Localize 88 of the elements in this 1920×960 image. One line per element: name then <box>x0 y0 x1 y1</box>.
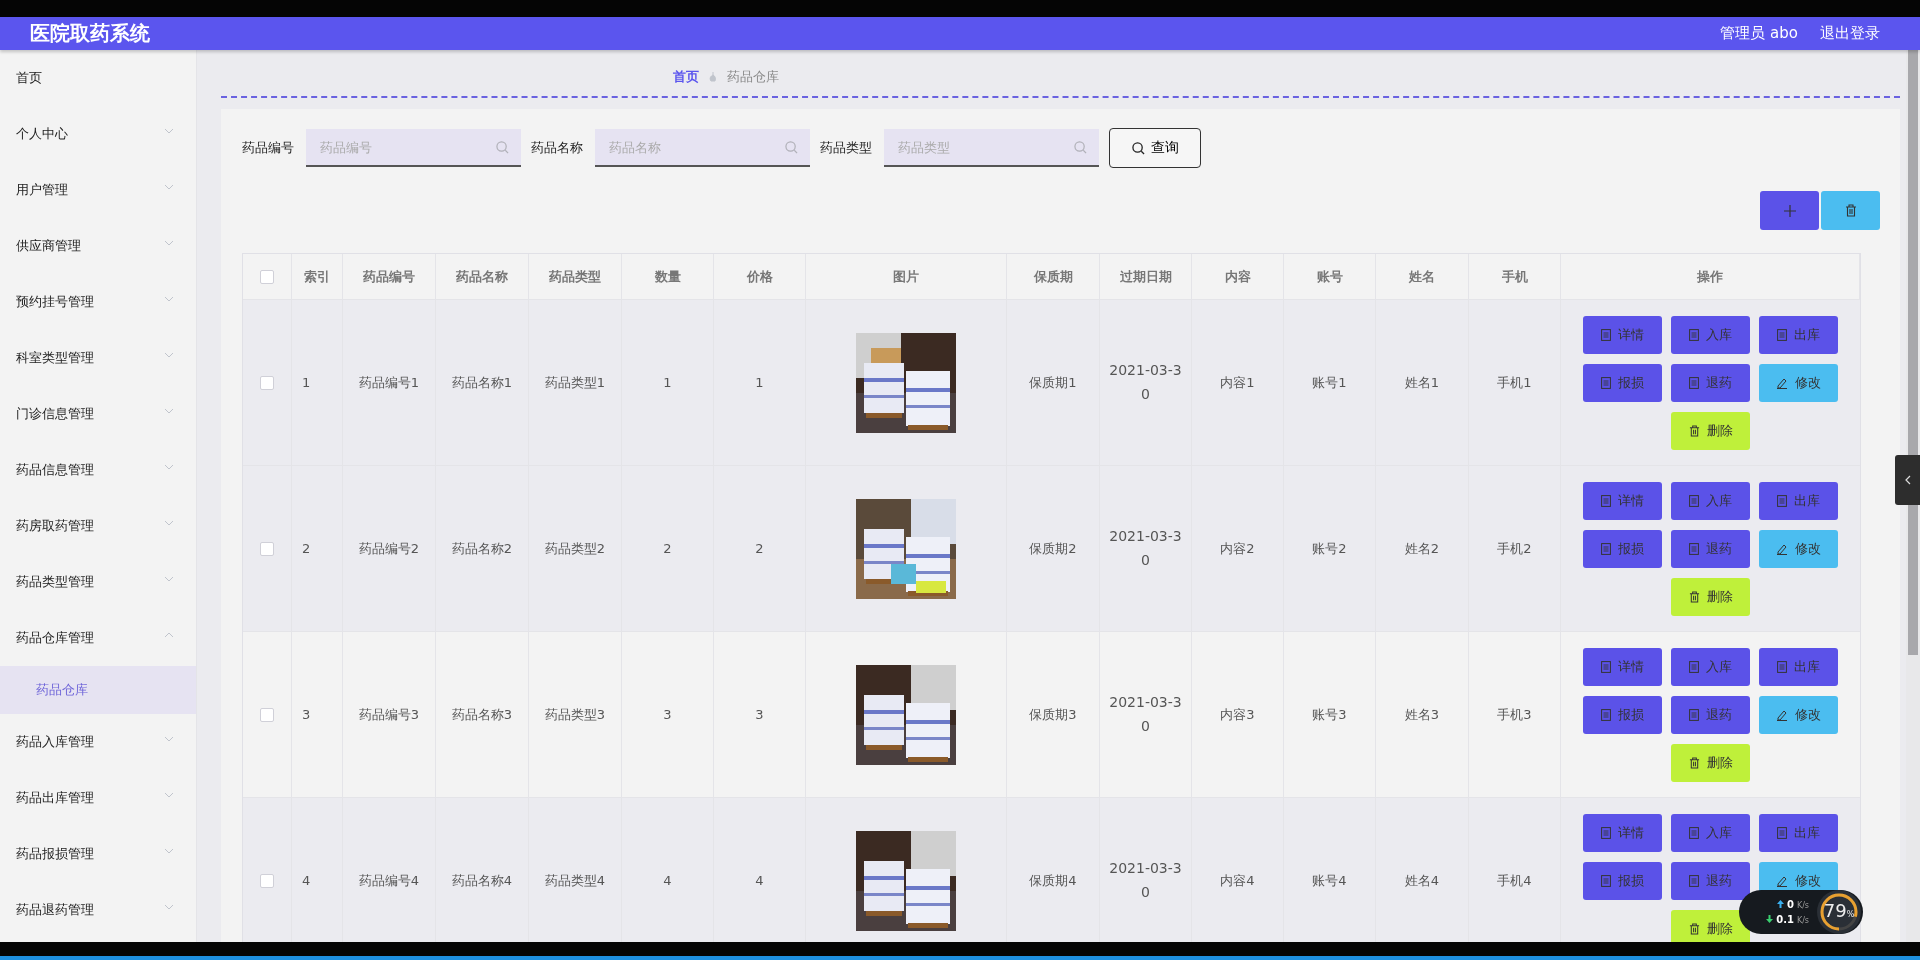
document-icon <box>1689 874 1699 887</box>
sidebar-item[interactable]: 药品退药管理 <box>0 882 196 938</box>
sidebar-subitem[interactable]: 药品仓库 <box>0 666 196 714</box>
load-value: 79 <box>1823 900 1847 921</box>
sidebar-item[interactable]: 首页 <box>0 50 196 106</box>
document-icon <box>1689 328 1699 341</box>
field-label: 药品编号 <box>242 139 294 157</box>
sidebar-item[interactable]: 科室类型管理 <box>0 330 196 386</box>
delete-button[interactable]: 删除 <box>1671 411 1750 450</box>
checkbox[interactable] <box>260 375 274 390</box>
document-icon <box>1601 376 1611 389</box>
document-icon <box>1689 376 1699 389</box>
sidebar-item[interactable]: 药品信息管理 <box>0 442 196 498</box>
document-icon <box>1689 494 1699 507</box>
sidebar-item[interactable]: 药品类型管理 <box>0 554 196 610</box>
field-label: 药品名称 <box>531 139 583 157</box>
document-icon <box>1601 708 1611 721</box>
search-field[interactable]: 药品名称 <box>595 129 810 167</box>
speed-unit: K/s <box>1796 901 1809 910</box>
chevron-icon <box>1904 475 1911 485</box>
search-icon <box>785 141 798 154</box>
document-icon <box>1689 542 1699 555</box>
add-button[interactable] <box>1760 191 1819 230</box>
app-title: 医院取药系统 <box>30 20 150 47</box>
checkbox[interactable] <box>260 873 274 888</box>
sidebar-item[interactable]: 供应商管理 <box>0 218 196 274</box>
delete-button[interactable]: 删除 <box>1671 909 1750 942</box>
sidebar-item[interactable]: 预约挂号管理 <box>0 274 196 330</box>
edit-button[interactable]: 修改 <box>1759 695 1838 734</box>
sidebar-item[interactable]: 药品入库管理 <box>0 714 196 770</box>
trash-icon <box>1688 922 1700 935</box>
trash-icon <box>1844 204 1857 217</box>
document-icon <box>1601 542 1611 555</box>
document-icon <box>1689 708 1699 721</box>
delete-button[interactable]: 删除 <box>1671 577 1750 616</box>
sidebar-item[interactable]: 门诊信息管理 <box>0 386 196 442</box>
document-icon <box>1689 826 1699 839</box>
delete-button[interactable] <box>1821 191 1880 230</box>
download-speed: 0.1 <box>1776 914 1794 925</box>
user-name: 管理员 abo <box>1720 24 1798 43</box>
edit-button[interactable]: 修改 <box>1759 529 1838 568</box>
search-icon <box>496 141 509 154</box>
sidebar-item[interactable]: 用户管理 <box>0 162 196 218</box>
checkbox[interactable] <box>260 707 274 722</box>
up-arrow-icon <box>1776 900 1784 908</box>
collapse-button[interactable] <box>1895 455 1920 505</box>
document-icon <box>1601 660 1611 673</box>
speed-unit: K/s <box>1796 916 1809 925</box>
scrollbar-thumb[interactable] <box>1908 50 1918 655</box>
sidebar-item[interactable]: 药品仓库管理 <box>0 610 196 666</box>
trash-icon <box>1688 424 1700 437</box>
pencil-icon <box>1776 542 1788 555</box>
pencil-icon <box>1776 874 1788 887</box>
delete-button[interactable]: 删除 <box>1671 743 1750 782</box>
logout-link[interactable]: 退出登录 <box>1820 24 1880 43</box>
search-icon <box>1131 141 1145 155</box>
document-icon <box>1601 874 1611 887</box>
edit-button[interactable]: 修改 <box>1759 363 1838 402</box>
trash-icon <box>1688 590 1700 603</box>
trash-icon <box>1688 756 1700 769</box>
sidebar-item[interactable]: 药房取药管理 <box>0 498 196 554</box>
sidebar-item[interactable]: 药品出库管理 <box>0 770 196 826</box>
checkbox[interactable] <box>260 269 274 284</box>
document-icon <box>1777 328 1787 341</box>
search-icon <box>1074 141 1087 154</box>
search-field[interactable]: 药品类型 <box>884 129 1099 167</box>
sidebar-item[interactable]: 个人中心 <box>0 106 196 162</box>
document-icon <box>1601 826 1611 839</box>
percent-sign: % <box>1846 910 1855 919</box>
document-icon <box>1689 660 1699 673</box>
document-icon <box>1777 660 1787 673</box>
plus-icon <box>1783 204 1796 217</box>
search-field[interactable]: 药品编号 <box>306 129 521 167</box>
pencil-icon <box>1776 708 1788 721</box>
checkbox[interactable] <box>260 541 274 556</box>
separator-icon <box>709 72 717 82</box>
query-button[interactable]: 查询 <box>1109 128 1201 168</box>
pencil-icon <box>1776 376 1788 389</box>
breadcrumb-item: 药品仓库 <box>727 68 779 86</box>
field-label: 药品类型 <box>820 139 872 157</box>
document-icon <box>1777 494 1787 507</box>
down-arrow-icon <box>1766 915 1774 923</box>
document-icon <box>1601 494 1611 507</box>
document-icon <box>1601 328 1611 341</box>
sidebar-item[interactable]: 药品报损管理 <box>0 826 196 882</box>
document-icon <box>1777 826 1787 839</box>
breadcrumb-item[interactable]: 首页 <box>673 68 699 86</box>
upload-speed: 0 <box>1786 899 1794 910</box>
